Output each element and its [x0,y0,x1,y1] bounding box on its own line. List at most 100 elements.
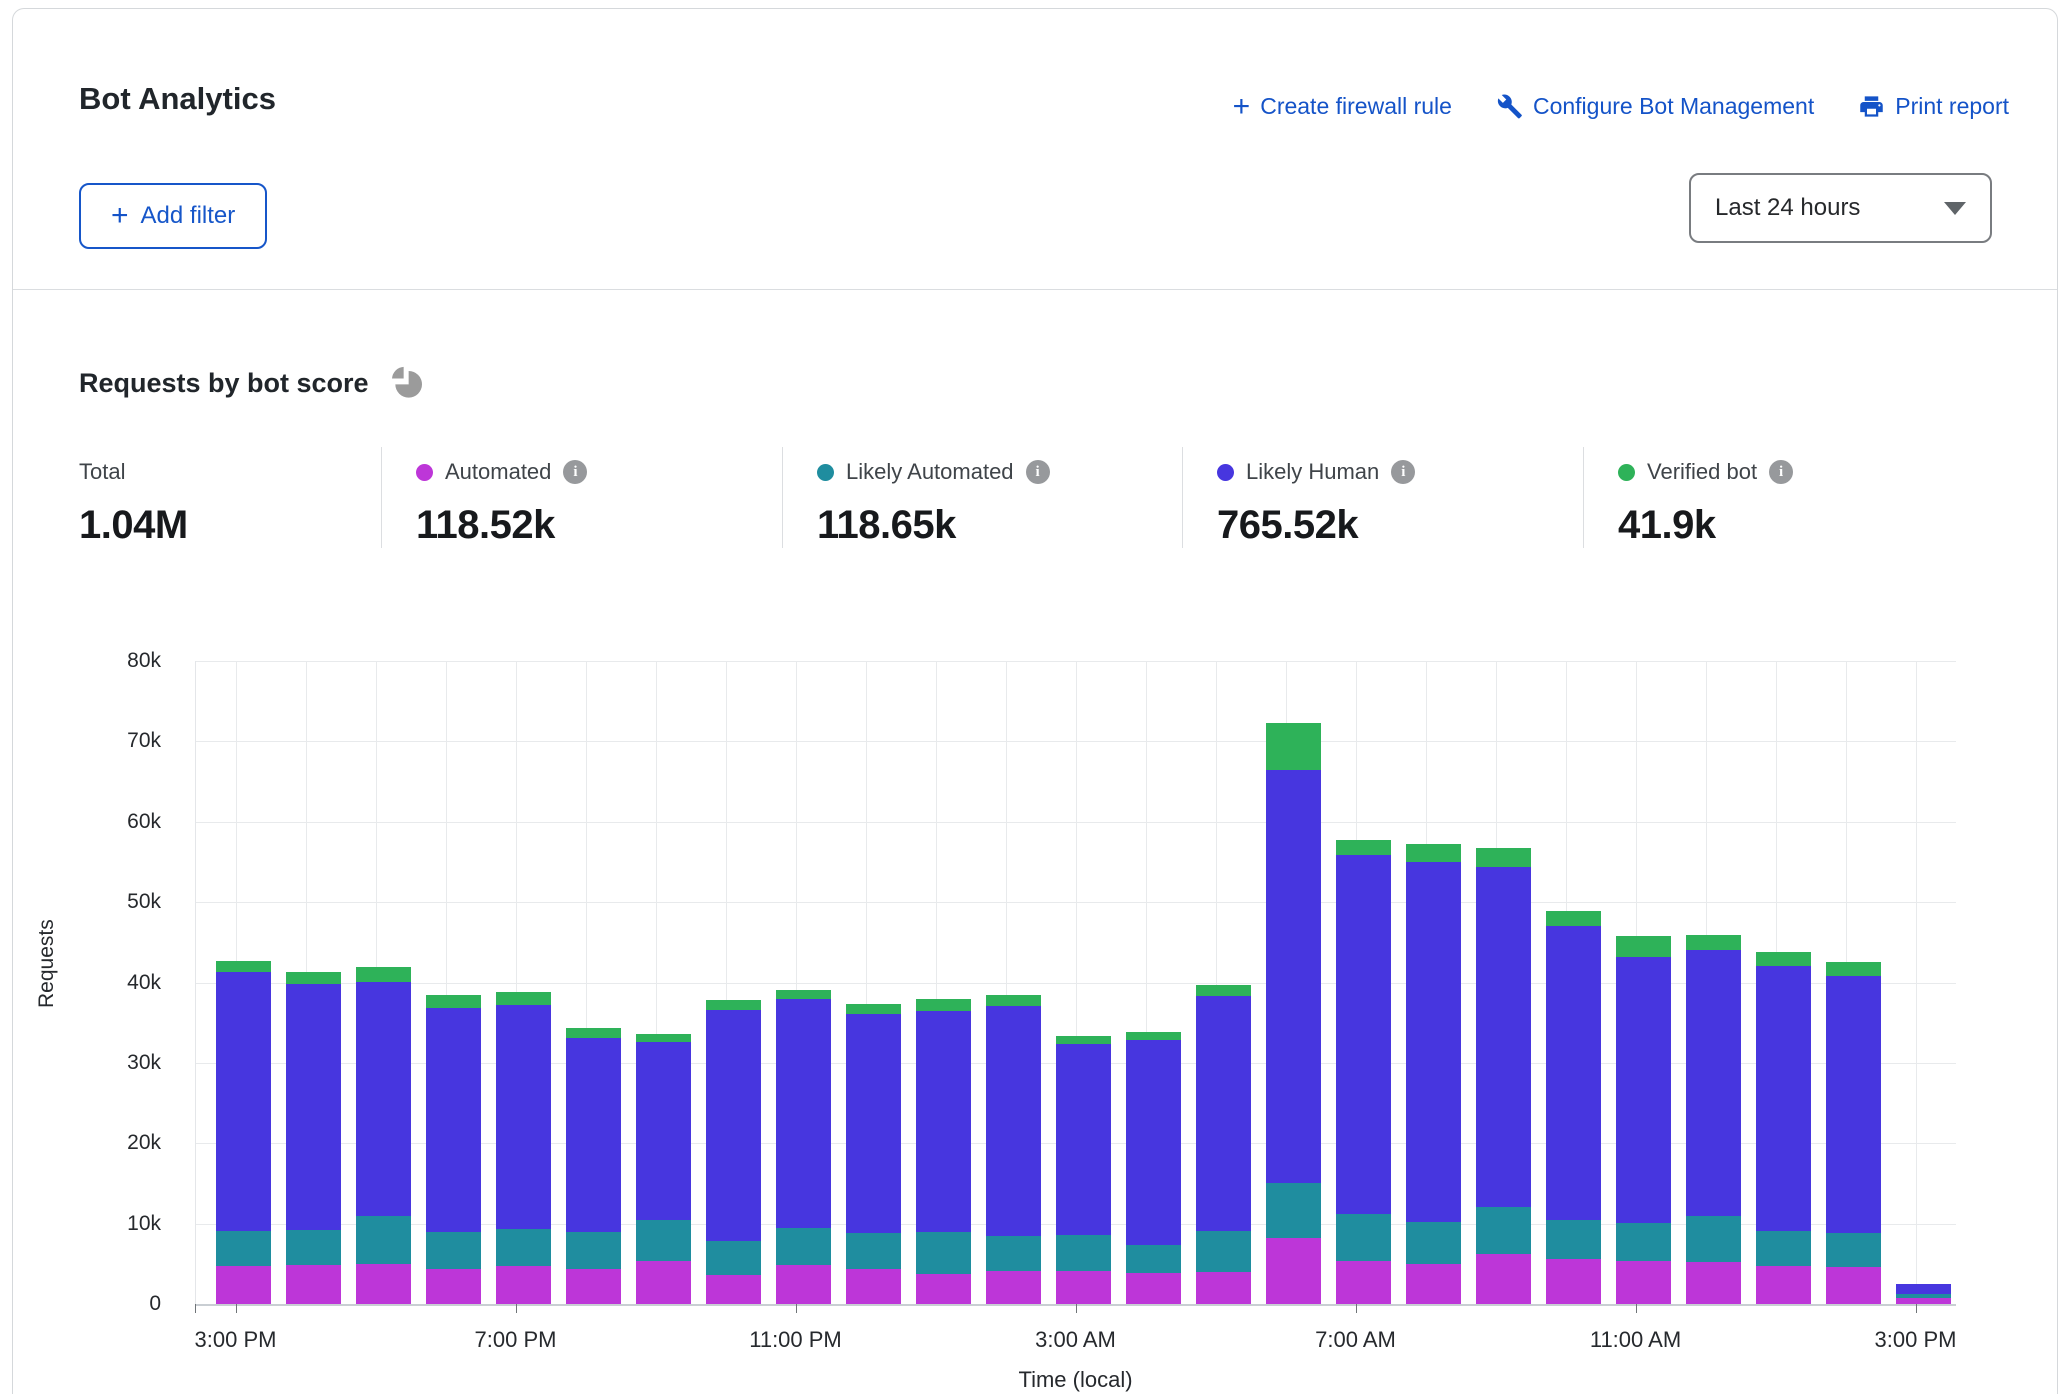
bar-segment-verified-bot [356,967,411,981]
bar-segment-likely-human [426,1008,481,1232]
bar-segment-likely-automated [986,1236,1041,1271]
stacked-bar[interactable] [1826,661,1881,1304]
bar-segment-automated [1126,1273,1181,1304]
bar-segment-likely-automated [1686,1216,1741,1263]
y-axis-tick-label: 40k [71,971,161,995]
x-axis-tick [516,1304,517,1313]
bar-segment-likely-human [286,984,341,1230]
bar-segment-likely-human [1546,926,1601,1220]
stacked-bar[interactable] [286,661,341,1304]
x-axis-tick [1356,1304,1357,1313]
bar-segment-likely-automated [496,1229,551,1266]
x-axis-title: Time (local) [1018,1367,1132,1393]
stacked-bar[interactable] [1686,661,1741,1304]
bar-segment-likely-human [496,1005,551,1229]
bar-segment-automated [1616,1261,1671,1304]
bar-segment-verified-bot [636,1034,691,1042]
bar-segment-verified-bot [776,990,831,999]
y-axis-tick-label: 10k [71,1212,161,1236]
stacked-bar[interactable] [216,661,271,1304]
stacked-bar[interactable] [1406,661,1461,1304]
bar-segment-likely-automated [216,1231,271,1266]
stacked-bar[interactable] [566,661,621,1304]
bar-segment-automated [636,1261,691,1304]
stacked-bar[interactable] [706,661,761,1304]
bar-segment-verified-bot [706,1000,761,1010]
bar-segment-likely-automated [1756,1231,1811,1266]
bar-segment-likely-human [1406,862,1461,1222]
stacked-bar[interactable] [1196,661,1251,1304]
bar-segment-likely-human [986,1006,1041,1236]
bar-segment-likely-automated [916,1232,971,1275]
stacked-bar[interactable] [1126,661,1181,1304]
bar-segment-verified-bot [1616,936,1671,957]
stacked-bar[interactable] [846,661,901,1304]
bar-segment-likely-human [776,999,831,1229]
bar-segment-likely-human [356,982,411,1216]
bar-segment-verified-bot [1406,844,1461,862]
x-axis-tick [236,1304,237,1313]
bar-segment-verified-bot [1266,723,1321,770]
bar-segment-verified-bot [1546,911,1601,926]
stacked-bar[interactable] [356,661,411,1304]
bar-segment-likely-human [1686,950,1741,1215]
bar-segment-automated [1056,1271,1111,1304]
stacked-bar[interactable] [776,661,831,1304]
stacked-bar[interactable] [1896,661,1951,1304]
y-axis-tick-label: 60k [71,810,161,834]
bar-segment-likely-automated [1406,1222,1461,1264]
bar-segment-likely-human [1616,957,1671,1223]
bar-segment-likely-human [1896,1284,1951,1294]
bar-segment-verified-bot [216,961,271,972]
stacked-bar[interactable] [1616,661,1671,1304]
bar-segment-verified-bot [426,995,481,1009]
stacked-bar[interactable] [916,661,971,1304]
x-axis-tick [1076,1304,1077,1313]
stacked-bar[interactable] [496,661,551,1304]
bar-segment-likely-human [846,1014,901,1233]
bar-segment-automated [496,1266,551,1304]
bar-segment-likely-automated [1266,1183,1321,1238]
stacked-bar[interactable] [1476,661,1531,1304]
stacked-bar[interactable] [426,661,481,1304]
x-axis-origin-tick [195,1304,196,1313]
y-axis-tick-label: 50k [71,890,161,914]
requests-by-bot-score-chart: 010k20k30k40k50k60k70k80k3:00 PM7:00 PM1… [13,9,2057,1394]
bar-segment-automated [1266,1238,1321,1304]
bar-segment-automated [1406,1264,1461,1304]
bar-segment-likely-human [566,1038,621,1232]
bar-segment-likely-automated [1546,1220,1601,1259]
bar-segment-likely-automated [1056,1235,1111,1271]
bar-segment-verified-bot [286,972,341,984]
x-axis-tick-label: 11:00 AM [1590,1327,1681,1353]
y-axis-tick-label: 30k [71,1051,161,1075]
x-axis-tick-label: 3:00 AM [1035,1327,1116,1353]
bar-segment-verified-bot [916,999,971,1010]
bar-segment-likely-automated [636,1220,691,1261]
bar-segment-verified-bot [1336,840,1391,854]
stacked-bar[interactable] [1756,661,1811,1304]
stacked-bar[interactable] [1336,661,1391,1304]
bar-segment-verified-bot [1756,952,1811,966]
x-axis-tick-label: 7:00 AM [1315,1327,1396,1353]
bar-segment-automated [1826,1267,1881,1304]
bar-segment-automated [1756,1266,1811,1304]
bar-segment-likely-automated [846,1233,901,1269]
stacked-bar[interactable] [986,661,1041,1304]
bar-segment-verified-bot [1126,1032,1181,1040]
stacked-bar[interactable] [1546,661,1601,1304]
bar-segment-automated [286,1265,341,1304]
bar-segment-verified-bot [566,1028,621,1038]
bar-segment-likely-automated [286,1230,341,1265]
stacked-bar[interactable] [636,661,691,1304]
x-axis-tick [1916,1304,1917,1313]
bar-segment-automated [706,1275,761,1304]
bar-segment-likely-human [1476,867,1531,1207]
bar-segment-likely-automated [566,1232,621,1270]
bar-segment-likely-human [1336,855,1391,1214]
bar-segment-verified-bot [1056,1036,1111,1045]
bar-segment-automated [1336,1261,1391,1304]
stacked-bar[interactable] [1056,661,1111,1304]
stacked-bar[interactable] [1266,661,1321,1304]
bar-segment-automated [216,1266,271,1304]
